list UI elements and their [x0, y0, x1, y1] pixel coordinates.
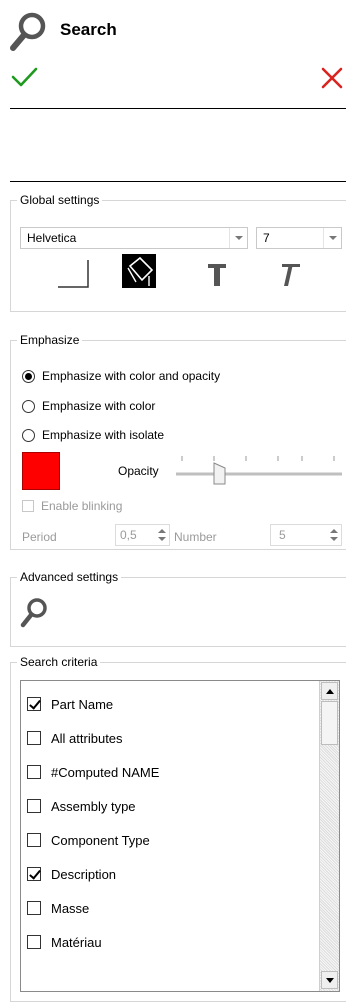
enable-blinking-label: Enable blinking: [41, 499, 123, 513]
period-spinbox[interactable]: 0,5: [115, 524, 170, 546]
scroll-down-icon[interactable]: [321, 971, 338, 989]
checkbox[interactable]: [27, 765, 41, 779]
magnifier-icon[interactable]: [20, 596, 48, 630]
radio-emphasize-isolate[interactable]: Emphasize with isolate: [22, 425, 164, 445]
italic-text-icon[interactable]: [272, 256, 306, 290]
font-family-value: Helvetica: [27, 231, 77, 245]
list-item-label: #Computed NAME: [51, 764, 160, 780]
list-item-label: Component Type: [51, 832, 150, 848]
checkbox-box: [22, 500, 34, 512]
list-item-label: Part Name: [51, 696, 114, 712]
scroll-up-icon[interactable]: [321, 682, 338, 700]
list-item-label: Description: [51, 866, 117, 882]
global-settings-label: Global settings: [17, 193, 103, 207]
checkbox[interactable]: [27, 799, 41, 813]
section-divider: [10, 181, 346, 182]
page-title: Search: [60, 20, 117, 39]
spinner-arrows-icon[interactable]: [156, 527, 168, 543]
spinner-arrows-icon[interactable]: [328, 527, 340, 543]
list-item-label: Masse: [51, 900, 90, 916]
radio-label: Emphasize with isolate: [42, 428, 165, 442]
list-item-component-type[interactable]: Component Type: [21, 823, 317, 857]
list-item-masse[interactable]: Masse: [21, 891, 317, 925]
font-size-value: 7: [263, 231, 270, 245]
period-value: 0,5: [120, 528, 137, 542]
close-icon[interactable]: [320, 66, 344, 90]
search-criteria-list[interactable]: Part Name All attributes #Computed NAME …: [20, 680, 340, 992]
checkbox-checked[interactable]: [27, 867, 41, 881]
radio-label: Emphasize with color: [42, 399, 156, 413]
period-label: Period: [22, 530, 57, 544]
scrollbar-thumb[interactable]: [321, 701, 338, 745]
checkbox[interactable]: [27, 731, 41, 745]
font-size-select[interactable]: 7: [256, 227, 342, 249]
checkmark-icon[interactable]: [10, 66, 40, 90]
header-divider: [10, 108, 346, 109]
slider-thumb: [213, 462, 226, 485]
number-label: Number: [174, 530, 217, 544]
checkbox-checked[interactable]: [27, 697, 41, 711]
emphasize-color-swatch[interactable]: [22, 452, 60, 490]
list-item-description[interactable]: Description: [21, 857, 317, 891]
chevron-down-icon: [323, 228, 341, 248]
magnifier-icon: [10, 12, 46, 51]
checkbox[interactable]: [27, 901, 41, 915]
list-item-part-name[interactable]: Part Name: [21, 687, 317, 721]
opacity-label: Opacity: [118, 464, 159, 478]
vertical-scrollbar[interactable]: [319, 681, 339, 991]
radio-button: [22, 399, 35, 413]
number-value: 5: [279, 528, 286, 542]
list-item-all-attributes[interactable]: All attributes: [21, 721, 317, 755]
list-item-materiau[interactable]: Matériau: [21, 925, 317, 959]
bold-text-icon[interactable]: [200, 256, 234, 290]
advanced-settings-group: Advanced settings: [10, 570, 346, 647]
radio-emphasize-color[interactable]: Emphasize with color: [22, 396, 155, 416]
list-item-label: Assembly type: [51, 798, 136, 814]
list-item-label: All attributes: [51, 730, 123, 746]
list-item-assembly-type[interactable]: Assembly type: [21, 789, 317, 823]
radio-button: [22, 428, 35, 442]
fill-color-icon[interactable]: [122, 254, 156, 288]
radio-button-selected: [22, 369, 35, 383]
radio-label: Emphasize with color and opacity: [42, 369, 221, 383]
frame-icon[interactable]: [56, 256, 90, 290]
emphasize-label: Emphasize: [17, 333, 83, 347]
checkbox[interactable]: [27, 935, 41, 949]
checkbox[interactable]: [27, 833, 41, 847]
radio-emphasize-color-opacity[interactable]: Emphasize with color and opacity: [22, 366, 220, 386]
number-spinbox[interactable]: 5: [270, 524, 342, 546]
chevron-down-icon: [229, 228, 247, 248]
panel-header: Search: [0, 0, 346, 110]
list-item-computed-name[interactable]: #Computed NAME: [21, 755, 317, 789]
opacity-slider[interactable]: [174, 454, 344, 486]
enable-blinking-checkbox[interactable]: Enable blinking: [22, 499, 122, 513]
search-criteria-label: Search criteria: [17, 655, 101, 669]
list-item-label: Matériau: [51, 934, 102, 950]
advanced-settings-label: Advanced settings: [17, 570, 122, 584]
font-family-select[interactable]: Helvetica: [20, 227, 248, 249]
